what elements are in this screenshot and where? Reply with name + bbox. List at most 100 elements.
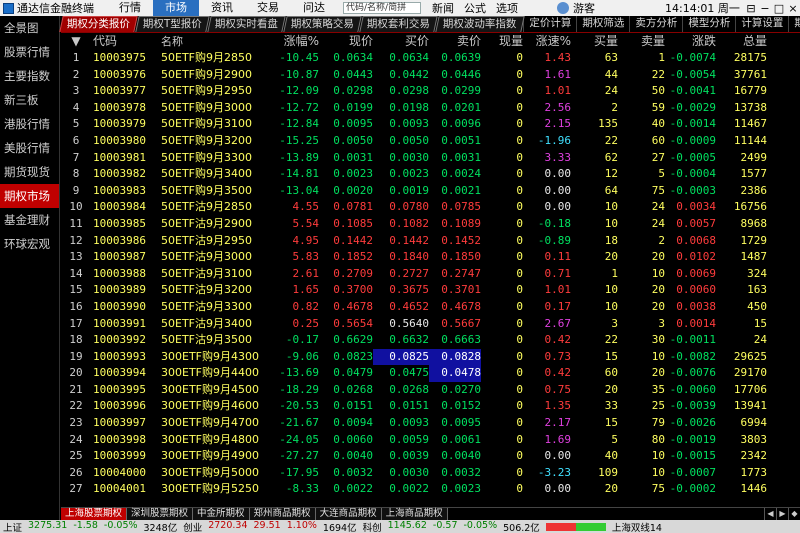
tab-0[interactable]: 期权分类报价: [59, 16, 138, 32]
table-row[interactable]: 9 10003983 50ETF购9月3500 -13.04 0.0020 0.0019 0…: [61, 183, 800, 200]
table-row[interactable]: 2 10003976 50ETF购9月2900 -10.87 0.0443 0.0442 0…: [61, 67, 800, 84]
sidebar-item-6[interactable]: 期货现货: [0, 160, 59, 184]
table-row[interactable]: 11 10003985 50ETF沽9月2900 5.54 0.1085 0.1082 0.…: [61, 216, 800, 233]
menu-item-0[interactable]: 行情: [107, 0, 153, 16]
menu-item-3[interactable]: 交易: [245, 0, 291, 16]
sidebar-item-3[interactable]: 新三板: [0, 88, 59, 112]
table-row[interactable]: 8 10003982 50ETF购9月3400 -14.81 0.0023 0.0023 0…: [61, 166, 800, 183]
cell-chg: -27.27: [279, 449, 319, 463]
cell-last: 0.0020: [333, 183, 373, 197]
header-bidv[interactable]: 买量: [571, 33, 618, 50]
table-row[interactable]: 25 10003999 300ETF购9月4900 -27.27 0.0040 0.003…: [61, 448, 800, 465]
market-tab-5[interactable]: 上海商品期权: [381, 508, 448, 520]
cell-total: 1729: [740, 233, 768, 247]
cell-vol: 0: [516, 133, 523, 147]
table-row[interactable]: 13 10003987 50ETF沽9月3000 5.83 0.1852 0.1840 0.…: [61, 249, 800, 266]
market-tab-4[interactable]: 大连商品期权: [315, 508, 382, 520]
tab-1[interactable]: 期权T型报价: [135, 16, 210, 32]
table-row[interactable]: 21 10003995 300ETF购9月4500 -18.29 0.0268 0.026…: [61, 382, 800, 399]
tool-0[interactable]: 定价计算: [523, 16, 576, 32]
cell-delta: -0.0026: [669, 416, 716, 430]
scroll-left-icon[interactable]: ◀: [764, 508, 776, 520]
table-row[interactable]: 7 10003981 50ETF购9月3300 -13.89 0.0031 0.0030 0…: [61, 150, 800, 167]
menu-item-2[interactable]: 资讯: [199, 0, 245, 16]
tab-3[interactable]: 期权策略交易: [283, 16, 362, 32]
header-spd[interactable]: 涨速%: [523, 33, 571, 50]
sidebar-item-7[interactable]: 期权市场: [0, 184, 59, 208]
table-row[interactable]: 23 10003997 300ETF购9月4700 -21.67 0.0094 0.009…: [61, 415, 800, 432]
table-row[interactable]: 19 10003993 300ETF购9月4300 -9.06 0.0823 0.0825…: [61, 348, 800, 366]
market-tab-3[interactable]: 郑州商品期权: [249, 508, 316, 520]
sort-indicator-icon[interactable]: ▼: [61, 33, 91, 50]
cell-name: 50ETF购9月3400: [161, 167, 252, 181]
table-row[interactable]: 27 10004001 300ETF购9月5250 -8.33 0.0022 0.0022…: [61, 481, 800, 498]
quick-item-2[interactable]: 选项: [491, 0, 523, 16]
header-bid[interactable]: 买价: [373, 33, 429, 50]
table-row[interactable]: 26 10004000 300ETF购9月5000 -17.95 0.0032 0.003…: [61, 465, 800, 482]
sidebar-item-4[interactable]: 港股行情: [0, 112, 59, 136]
table-row[interactable]: 10 10003984 50ETF沽9月2850 4.55 0.0781 0.0780 0.…: [61, 199, 800, 216]
table-row[interactable]: 1 10003975 50ETF购9月2850 -10.45 0.0634 0.0634 0…: [61, 50, 800, 67]
header-name[interactable]: 名称: [159, 33, 259, 50]
market-tab-1[interactable]: 深圳股票期权: [127, 508, 194, 520]
sidebar-item-1[interactable]: 股票行情: [0, 40, 59, 64]
tab-5[interactable]: 期权波动率指数: [435, 16, 525, 32]
user-name[interactable]: 游客: [573, 0, 663, 16]
expand-icon[interactable]: ◆: [788, 508, 800, 520]
cell-bid: 0.0268: [389, 382, 429, 396]
user-avatar-icon[interactable]: [557, 2, 569, 14]
tool-1[interactable]: 期权筛选: [576, 16, 629, 32]
table-row[interactable]: 17 10003991 50ETF沽9月3400 0.25 0.5654 0.5640 0.…: [61, 316, 800, 333]
table-row[interactable]: 20 10003994 300ETF购9月4400 -13.69 0.0479 0.047…: [61, 365, 800, 382]
table-row[interactable]: 4 10003978 50ETF购9月3000 -12.72 0.0199 0.0198 0…: [61, 100, 800, 117]
header-ask[interactable]: 卖价: [429, 33, 481, 50]
data-feed[interactable]: 上海双线14: [609, 520, 665, 533]
table-row[interactable]: 16 10003990 50ETF沽9月3300 0.82 0.4678 0.4652 0.…: [61, 299, 800, 316]
tool-3[interactable]: 模型分析: [682, 16, 735, 32]
close-icon[interactable]: ×: [786, 2, 800, 15]
header-code[interactable]: 代码: [91, 33, 159, 50]
maximize-icon[interactable]: □: [772, 2, 786, 15]
table-row[interactable]: 6 10003980 50ETF购9月3200 -15.25 0.0050 0.0050 0…: [61, 133, 800, 150]
market-tab-2[interactable]: 中金所期权: [193, 508, 250, 520]
tool-2[interactable]: 卖方分析: [629, 16, 682, 32]
header-last[interactable]: 现价: [319, 33, 373, 50]
sidebar-item-0[interactable]: 全景图: [0, 16, 59, 40]
cell-bid: 0.0093: [389, 416, 429, 430]
table-row[interactable]: 22 10003996 300ETF购9月4600 -20.53 0.0151 0.015…: [61, 398, 800, 415]
sidebar-item-8[interactable]: 基金理财: [0, 208, 59, 232]
header-total[interactable]: 总量: [716, 33, 771, 50]
quick-item-1[interactable]: 公式: [459, 0, 491, 16]
tab-2[interactable]: 期权实时看盘: [207, 16, 286, 32]
search-input[interactable]: 代码/名称/简拼: [343, 2, 421, 14]
quick-item-0[interactable]: 新闻: [427, 0, 459, 16]
table-row[interactable]: 5 10003979 50ETF购9月3100 -12.84 0.0095 0.0093 0…: [61, 116, 800, 133]
scroll-right-icon[interactable]: ▶: [776, 508, 788, 520]
option-tabs: 期权分类报价 期权T型报价 期权实时看盘 期权策略交易 期权套利交易 期权波动率指数 定价…: [59, 16, 800, 33]
tool-4[interactable]: 计算设置: [735, 16, 788, 32]
tool-5[interactable]: 期权: [788, 16, 800, 32]
header-vol[interactable]: 现量: [481, 33, 523, 50]
table-row[interactable]: 14 10003988 50ETF沽9月3100 2.61 0.2709 0.2727 0.…: [61, 266, 800, 283]
status-item-14: 506.2亿: [503, 522, 540, 533]
header-askv[interactable]: 卖量: [618, 33, 665, 50]
menu-item-1[interactable]: 市场: [153, 0, 199, 16]
sidebar-item-9[interactable]: 环球宏观: [0, 232, 59, 256]
menu-item-4[interactable]: 问达: [291, 0, 337, 16]
market-tab-0[interactable]: 上海股票期权: [61, 508, 128, 520]
tab-4[interactable]: 期权套利交易: [359, 16, 438, 32]
sidebar-item-2[interactable]: 主要指数: [0, 64, 59, 88]
table-row[interactable]: 12 10003986 50ETF沽9月2950 4.95 0.1442 0.1442 0.…: [61, 233, 800, 250]
header-delta[interactable]: 涨跌: [665, 33, 716, 50]
table-row[interactable]: 24 10003998 300ETF购9月4800 -24.05 0.0060 0.005…: [61, 432, 800, 449]
minimize-icon[interactable]: −: [758, 2, 772, 15]
sidebar-item-5[interactable]: 美股行情: [0, 136, 59, 160]
table-row[interactable]: 18 10003992 50ETF沽9月3500 -0.17 0.6629 0.6632 0…: [61, 332, 800, 349]
table-row[interactable]: 15 10003989 50ETF沽9月3200 1.65 0.3700 0.3675 0.…: [61, 282, 800, 299]
restore-icon[interactable]: ⊟: [744, 2, 758, 15]
header-chg[interactable]: 涨幅%: [259, 33, 319, 50]
cell-last: 0.5654: [333, 316, 373, 330]
cell-code: 10003979: [93, 117, 146, 131]
table-row[interactable]: 3 10003977 50ETF购9月2950 -12.09 0.0298 0.0298 0…: [61, 83, 800, 100]
cell-last: 0.0022: [333, 482, 373, 496]
